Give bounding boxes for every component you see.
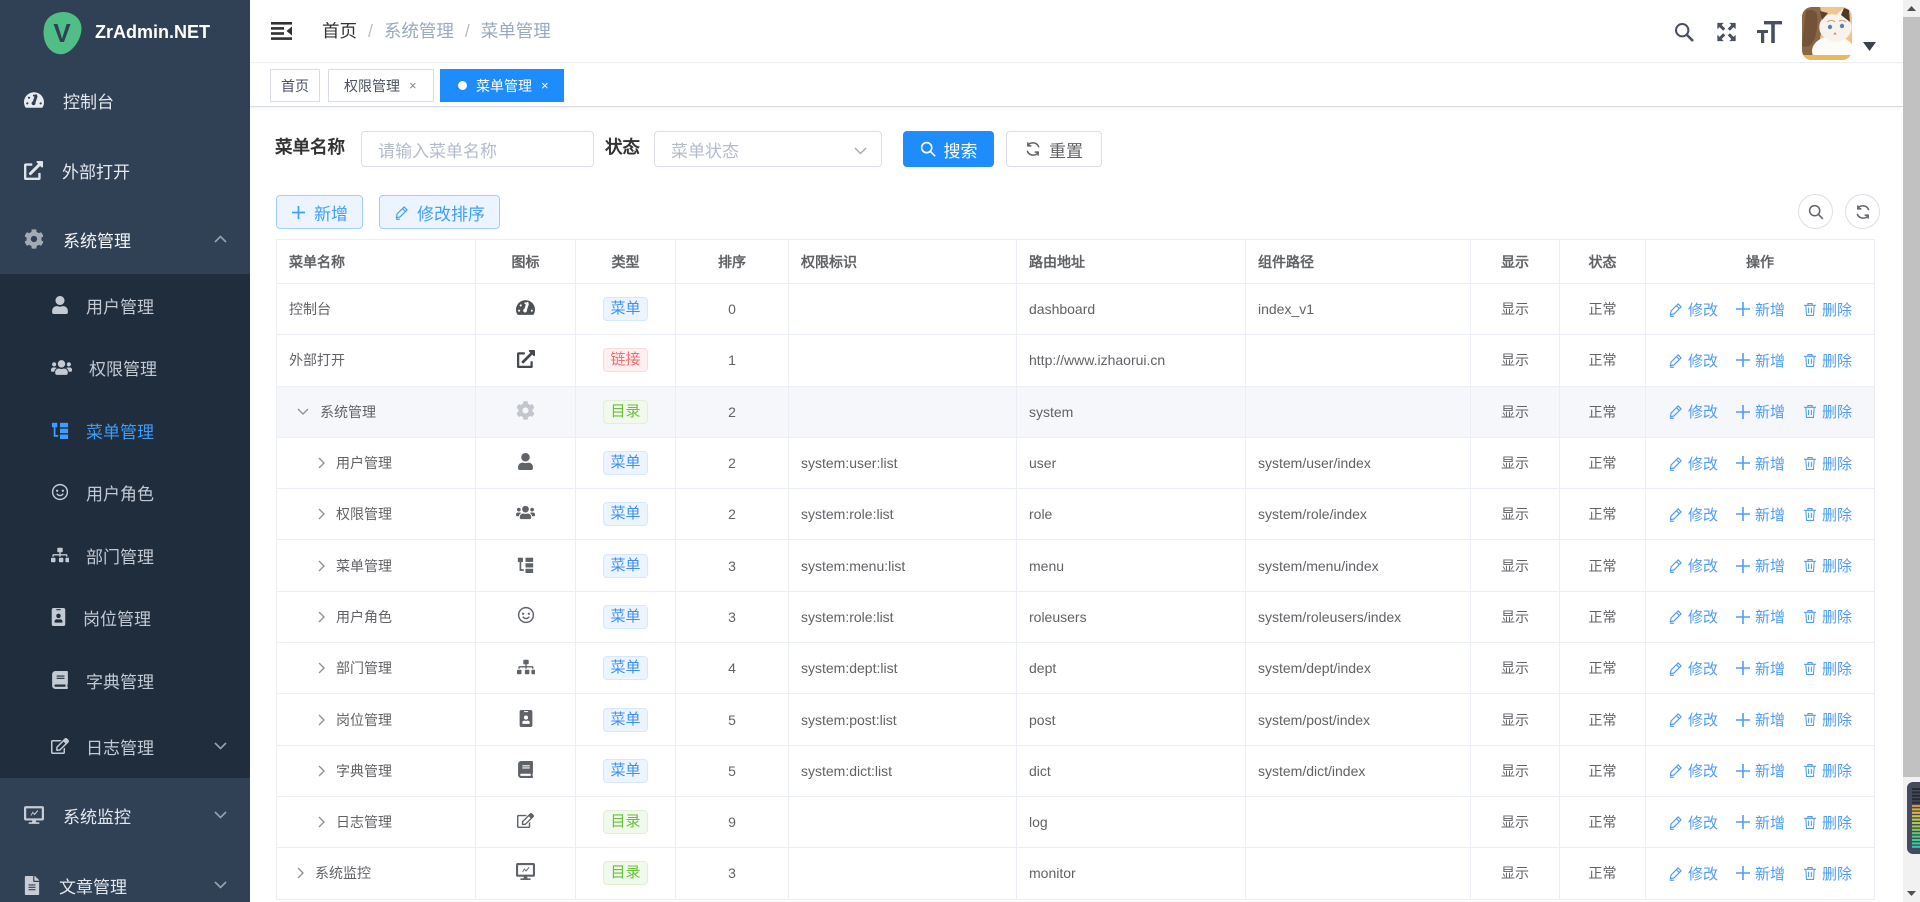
svg-text:V: V	[53, 18, 71, 48]
